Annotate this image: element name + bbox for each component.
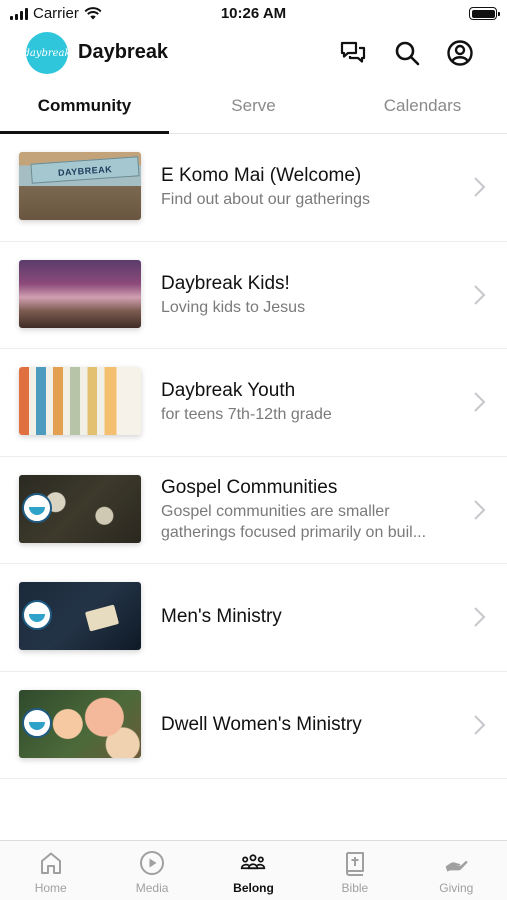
gospel-thumbnail [19, 474, 141, 543]
list-item-kids[interactable]: Daybreak Kids! Loving kids to Jesus [0, 242, 507, 349]
chat-icon[interactable] [338, 38, 368, 68]
search-icon[interactable] [392, 38, 422, 68]
chevron-right-icon [474, 284, 486, 305]
nav-bible[interactable]: Bible [304, 841, 405, 900]
app-title: Daybreak [78, 41, 169, 63]
tab-calendars-label: Calendars [383, 96, 462, 115]
people-icon [241, 854, 266, 870]
thumbnail-sign-text: DAYBREAK [30, 156, 140, 184]
bottom-nav: Home Media Belong Bible Giving [0, 840, 507, 900]
list-item-title: Men's Ministry [161, 606, 282, 628]
ministry-badge-icon [22, 707, 52, 738]
mens-thumbnail [19, 582, 141, 650]
bible-icon [345, 852, 364, 876]
list-item-gospel-communities[interactable]: Gospel Communities Gospel communities ar… [0, 457, 507, 564]
tab-community[interactable]: Community [0, 88, 169, 134]
play-icon [140, 851, 165, 875]
list-item-womens-ministry[interactable]: Dwell Women's Ministry [0, 672, 507, 779]
app-logo[interactable]: daybreak [23, 32, 71, 74]
list-item-mens-ministry[interactable]: Men's Ministry [0, 564, 507, 672]
list-item-title: Daybreak Kids! [161, 272, 290, 294]
list-item-subtitle: Loving kids to Jesus [161, 298, 306, 316]
list-item-subtitle-line2: gatherings focused primarily on buil... [161, 524, 427, 542]
list-item-subtitle-line1: Gospel communities are smaller [161, 503, 390, 521]
ministry-badge-icon [22, 600, 52, 630]
chevron-right-icon [474, 177, 486, 197]
youth-thumbnail [19, 367, 141, 435]
list-item-subtitle: for teens 7th-12th grade [161, 406, 332, 424]
list-item-title: E Komo Mai (Welcome) [161, 165, 362, 187]
chevron-right-icon [474, 499, 486, 520]
logo-text: daybreak [23, 47, 71, 59]
chevron-right-icon [474, 607, 486, 627]
list-item-title: Dwell Women's Ministry [161, 713, 362, 735]
nav-giving-label: Giving [439, 881, 474, 895]
kids-thumbnail [19, 259, 141, 328]
nav-bible-label: Bible [341, 881, 369, 895]
status-bar: Carrier 10:26 AM [0, 0, 507, 28]
home-icon [40, 852, 61, 874]
list-item-title: Gospel Communities [161, 477, 338, 499]
tab-serve-label: Serve [231, 96, 276, 115]
welcome-thumbnail: DAYBREAK [19, 152, 141, 220]
battery-icon [469, 7, 500, 20]
account-icon[interactable] [445, 38, 475, 68]
list-item-subtitle: Find out about our gatherings [161, 191, 371, 209]
nav-home[interactable]: Home [0, 841, 101, 900]
nav-belong-label: Belong [233, 881, 274, 895]
nav-giving[interactable]: Giving [406, 841, 507, 900]
nav-media-label: Media [135, 881, 169, 895]
chevron-right-icon [474, 714, 486, 735]
nav-media[interactable]: Media [101, 841, 202, 900]
chevron-right-icon [474, 392, 486, 412]
tab-calendars[interactable]: Calendars [338, 88, 507, 134]
list-item-youth[interactable]: Daybreak Youth for teens 7th-12th grade [0, 349, 507, 457]
list-item-welcome[interactable]: DAYBREAK E Komo Mai (Welcome) Find out a… [0, 134, 507, 242]
list-item-title: Daybreak Youth [161, 380, 296, 402]
tab-bar: Community Serve Calendars [0, 88, 507, 134]
status-time: 10:26 AM [220, 5, 287, 22]
nav-belong[interactable]: Belong [203, 841, 304, 900]
community-list: DAYBREAK E Komo Mai (Welcome) Find out a… [0, 134, 507, 779]
ministry-badge-icon [22, 492, 52, 523]
hand-icon [445, 860, 468, 872]
tab-serve[interactable]: Serve [169, 88, 338, 134]
book-image [84, 604, 120, 632]
womens-thumbnail [19, 689, 141, 758]
app-header: daybreak Daybreak [0, 28, 507, 78]
nav-home-label: Home [34, 881, 67, 895]
tab-community-label: Community [37, 96, 132, 115]
